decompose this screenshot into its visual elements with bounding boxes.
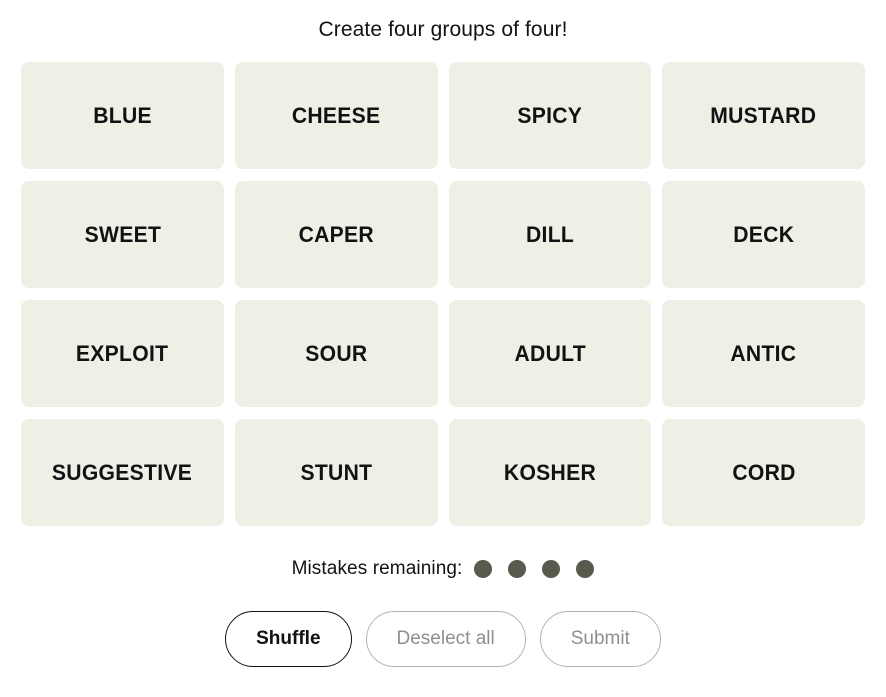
mistakes-dots bbox=[474, 560, 595, 578]
word-tile-label: ANTIC bbox=[730, 340, 797, 366]
controls-row: Shuffle Deselect all Submit bbox=[225, 611, 661, 667]
word-tile[interactable]: KOSHER bbox=[448, 419, 652, 526]
word-tile[interactable]: ANTIC bbox=[662, 300, 865, 407]
word-tile[interactable]: BLUE bbox=[21, 62, 224, 169]
word-tile-label: EXPLOIT bbox=[76, 340, 169, 366]
word-tile-label: CAPER bbox=[298, 221, 374, 247]
word-tile[interactable]: CORD bbox=[662, 419, 865, 526]
word-tile[interactable]: CHEESE bbox=[234, 62, 438, 169]
word-tile[interactable]: DECK bbox=[662, 181, 865, 288]
mistake-dot bbox=[474, 560, 493, 578]
mistake-dot bbox=[508, 560, 527, 578]
word-tile[interactable]: SPICY bbox=[448, 62, 652, 169]
word-tile[interactable]: CAPER bbox=[234, 181, 438, 288]
word-tile-label: SWEET bbox=[84, 221, 161, 247]
word-tile[interactable]: SWEET bbox=[21, 181, 224, 288]
word-tile[interactable]: EXPLOIT bbox=[21, 300, 224, 407]
word-tile-label: KOSHER bbox=[503, 459, 596, 485]
word-tile-label: CHEESE bbox=[291, 102, 381, 128]
word-tile-label: BLUE bbox=[93, 102, 152, 128]
word-tile[interactable]: ADULT bbox=[448, 300, 652, 407]
word-tile-label: DECK bbox=[733, 221, 795, 247]
shuffle-button[interactable]: Shuffle bbox=[225, 611, 352, 667]
page-title: Create four groups of four! bbox=[318, 18, 568, 41]
word-tile-label: DILL bbox=[525, 221, 574, 247]
word-tile[interactable]: STUNT bbox=[234, 419, 438, 526]
word-tile-label: CORD bbox=[731, 459, 796, 485]
word-tile[interactable]: DILL bbox=[448, 181, 652, 288]
word-tile-label: MUSTARD bbox=[710, 102, 817, 128]
submit-button[interactable]: Submit bbox=[539, 611, 661, 667]
word-tile[interactable]: MUSTARD bbox=[662, 62, 865, 169]
mistakes-label: Mistakes remaining: bbox=[291, 558, 463, 579]
mistake-dot bbox=[576, 560, 595, 578]
word-tile[interactable]: SOUR bbox=[234, 300, 438, 407]
mistakes-remaining: Mistakes remaining: bbox=[292, 558, 595, 580]
word-tile-label: SOUR bbox=[305, 340, 368, 366]
word-tile-label: ADULT bbox=[514, 340, 586, 366]
word-tile-label: SPICY bbox=[517, 102, 583, 128]
word-tile-label: SUGGESTIVE bbox=[52, 459, 193, 485]
deselect-all-button[interactable]: Deselect all bbox=[365, 611, 526, 667]
connections-game: Create four groups of four! BLUE CHEESE … bbox=[0, 0, 886, 697]
word-grid: BLUE CHEESE SPICY MUSTARD SWEET CAPER DI… bbox=[21, 62, 865, 526]
mistake-dot bbox=[542, 560, 561, 578]
word-tile[interactable]: SUGGESTIVE bbox=[21, 419, 224, 526]
word-tile-label: STUNT bbox=[300, 459, 373, 485]
